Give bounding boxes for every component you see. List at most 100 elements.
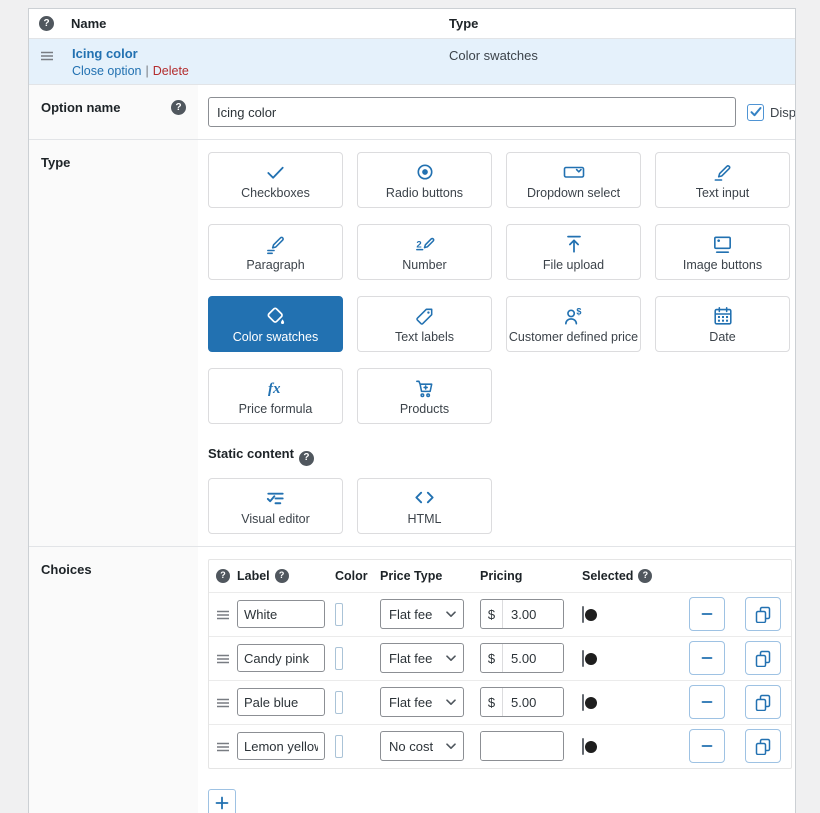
duplicate-choice-button[interactable] — [745, 685, 781, 719]
type-button-paragraph[interactable]: Paragraph — [208, 224, 343, 280]
drag-handle-icon[interactable] — [209, 607, 237, 623]
type-button-checkboxes[interactable]: Checkboxes — [208, 152, 343, 208]
drag-handle-icon[interactable] — [209, 739, 237, 755]
drag-handle-icon[interactable] — [209, 651, 237, 667]
chevron-down-icon — [446, 654, 456, 662]
price-type-select[interactable]: Flat fee — [380, 687, 464, 717]
type-button-file-upload[interactable]: File upload — [506, 224, 641, 280]
price-type-select[interactable]: Flat fee — [380, 643, 464, 673]
option-name-row: Option name ? Display — [29, 84, 795, 139]
type-button-text-labels[interactable]: Text labels — [357, 296, 492, 352]
type-button-image-buttons[interactable]: Image buttons — [655, 224, 790, 280]
pricing-input-group — [480, 731, 564, 761]
drag-handle-icon[interactable] — [209, 695, 237, 711]
help-icon[interactable]: ? — [39, 16, 54, 31]
type-button-color-swatches[interactable]: Color swatches — [208, 296, 343, 352]
pricing-input[interactable] — [481, 732, 563, 760]
color-swatch-picker[interactable] — [335, 734, 343, 758]
currency-prefix: $ — [481, 688, 503, 716]
pricing-input[interactable] — [503, 688, 563, 716]
type-label: Type — [41, 155, 71, 170]
choices-row: Choices ? Label? Color Price Type Pricin… — [29, 545, 795, 813]
duplicate-choice-button[interactable] — [745, 641, 781, 675]
number-pencil-icon: 2 — [413, 232, 436, 256]
pricing-input[interactable] — [503, 644, 563, 672]
add-choice-button[interactable] — [208, 788, 236, 813]
choices-table-header: ? Label? Color Price Type Pricing Select… — [209, 560, 791, 592]
price-type-select[interactable]: Flat fee — [380, 599, 464, 629]
help-icon[interactable]: ? — [298, 450, 314, 466]
selected-toggle[interactable] — [582, 737, 584, 755]
display-checkbox-label: Display — [770, 104, 796, 120]
choices-label: Choices — [41, 561, 92, 577]
help-icon[interactable]: ? — [216, 568, 230, 583]
checkboxes-icon — [264, 160, 287, 184]
remove-choice-button[interactable] — [689, 685, 725, 719]
person-dollar-icon: $ — [562, 304, 585, 328]
svg-text:fx: fx — [268, 381, 281, 397]
display-checkbox[interactable] — [747, 103, 764, 121]
option-name-input[interactable] — [208, 97, 736, 127]
help-icon[interactable]: ? — [171, 100, 186, 115]
upload-icon — [563, 232, 585, 256]
type-button-date[interactable]: Date — [655, 296, 790, 352]
type-button-price-formula[interactable]: fx Price formula — [208, 368, 343, 424]
chevron-down-icon — [446, 742, 456, 750]
color-swatch-picker[interactable] — [335, 602, 343, 626]
option-title-link[interactable]: Icing color — [72, 46, 138, 61]
type-button-visual-editor[interactable]: Visual editor — [208, 477, 343, 534]
help-icon[interactable]: ? — [638, 568, 653, 583]
chevron-down-icon — [446, 698, 456, 706]
choices-table: ? Label? Color Price Type Pricing Select… — [208, 558, 792, 769]
option-type-value: Color swatches — [449, 48, 538, 63]
pricing-input-group: $ — [480, 599, 564, 629]
type-button-products[interactable]: Products — [357, 368, 492, 424]
option-name-label: Option name — [41, 100, 121, 115]
remove-choice-button[interactable] — [689, 597, 725, 631]
svg-text:$: $ — [576, 306, 581, 316]
action-separator: | — [145, 64, 149, 78]
color-swatch-picker[interactable] — [335, 690, 343, 714]
choice-label-input[interactable] — [237, 600, 325, 628]
static-content-button-grid: Visual editor HTML — [208, 477, 794, 534]
choice-row: Flat fee $ — [209, 635, 791, 680]
type-button-dropdown-select[interactable]: Dropdown select — [506, 152, 641, 208]
svg-text:2: 2 — [416, 239, 421, 250]
selected-toggle[interactable] — [582, 693, 584, 711]
duplicate-choice-button[interactable] — [745, 729, 781, 763]
choice-label-input[interactable] — [237, 644, 325, 672]
color-swatch-icon — [264, 304, 288, 328]
type-column-header: Type — [449, 16, 479, 31]
price-type-select[interactable]: No cost — [380, 731, 464, 761]
color-swatch-picker[interactable] — [335, 646, 343, 670]
remove-choice-button[interactable] — [689, 729, 725, 763]
type-button-number[interactable]: 2 Number — [357, 224, 492, 280]
chevron-down-icon — [446, 610, 456, 618]
delete-option-link[interactable]: Delete — [153, 64, 189, 78]
drag-handle-icon[interactable] — [39, 48, 55, 64]
choice-label-input[interactable] — [237, 688, 325, 716]
static-content-heading: Static content? — [208, 446, 794, 466]
type-button-radio-buttons[interactable]: Radio buttons — [357, 152, 492, 208]
selected-toggle[interactable] — [582, 605, 584, 623]
type-button-customer-defined-price[interactable]: $ Customer defined price — [506, 296, 641, 352]
close-option-link[interactable]: Close option — [72, 64, 142, 78]
formula-fx-icon: fx — [264, 376, 288, 400]
cart-plus-icon — [413, 376, 436, 400]
duplicate-choice-button[interactable] — [745, 597, 781, 631]
dropdown-icon — [562, 160, 586, 184]
help-icon[interactable]: ? — [274, 568, 289, 583]
choice-row: Flat fee $ — [209, 679, 791, 724]
type-button-html[interactable]: HTML — [357, 477, 492, 534]
selected-toggle[interactable] — [582, 649, 584, 667]
image-icon — [711, 232, 734, 256]
pricing-input[interactable] — [503, 600, 563, 628]
radio-button-icon — [414, 160, 436, 184]
active-option-row: Icing color Close option | Delete Color sw… — [29, 39, 795, 84]
choice-row: No cost — [209, 723, 791, 768]
name-column-header: Name — [71, 16, 107, 31]
remove-choice-button[interactable] — [689, 641, 725, 675]
type-button-text-input[interactable]: Text input — [655, 152, 790, 208]
choice-label-input[interactable] — [237, 732, 325, 760]
pencil-icon — [711, 160, 734, 184]
